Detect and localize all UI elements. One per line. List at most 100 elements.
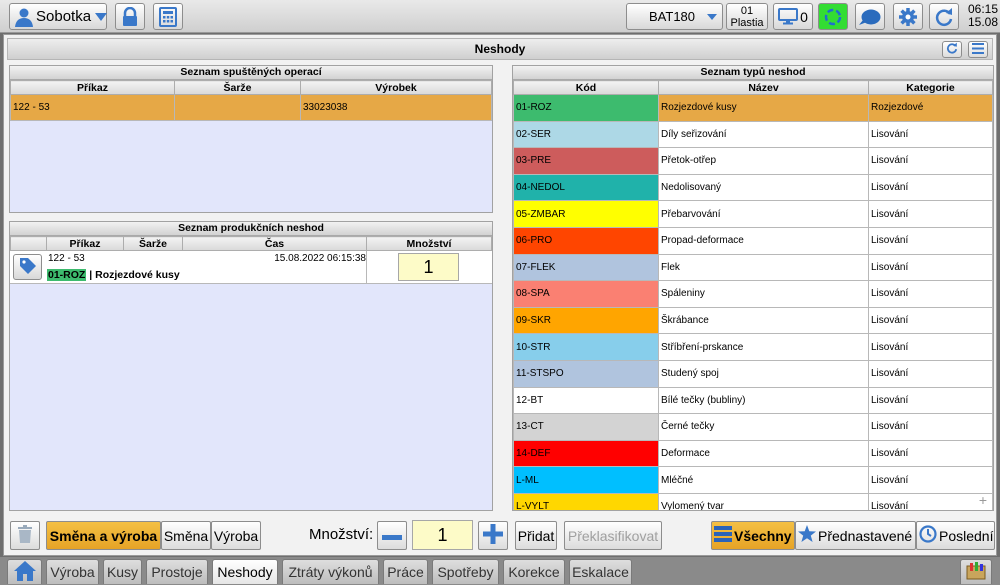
table-row[interactable]: 12-BT Bílé tečky (bubliny) Lisování — [513, 386, 993, 415]
tag-button[interactable] — [13, 254, 42, 280]
quantity-box: 1 — [398, 253, 459, 281]
workplace-button[interactable]: 01 Plastia — [726, 3, 768, 30]
table-row[interactable]: 122 - 53 15.08.2022 06:15:38 1 01-ROZ | … — [10, 251, 492, 284]
user-name: Sobotka — [36, 8, 92, 25]
table-row[interactable]: 13-CT Černé tečky Lisování — [513, 413, 993, 441]
types-panel: Seznam typů neshod Kód Název Kategorie 0… — [512, 65, 994, 511]
filter-all-button[interactable]: Všechny — [711, 521, 795, 550]
code-description: | Rozjezdové kusy — [89, 269, 180, 281]
cell-code: 02-SER — [513, 120, 659, 149]
column-header: Čas — [182, 236, 367, 251]
cell-vyrobek: 33023038 — [300, 94, 492, 121]
tab-kusy[interactable]: Kusy — [103, 559, 142, 584]
cell-code: L-VYLT — [513, 492, 659, 510]
cell-category: Lisování — [868, 280, 993, 308]
table-row[interactable]: 05-ZMBAR Přebarvování Lisování — [513, 200, 993, 228]
cell-code: 07-FLEK — [513, 253, 659, 282]
toolbox-icon — [966, 561, 986, 583]
refresh-icon — [934, 7, 954, 27]
filter-last-button[interactable]: Poslední — [916, 521, 995, 550]
table-row[interactable]: 01-ROZ Rozjezdové kusy Rozjezdové — [513, 94, 993, 122]
tab-neshody[interactable]: Neshody — [212, 559, 278, 584]
clock-date: 15.08 — [967, 15, 998, 29]
refresh-icon — [946, 42, 958, 57]
filter-preset-button[interactable]: Přednastavené — [795, 521, 916, 550]
tab-eskalace[interactable]: Eskalace — [569, 559, 632, 584]
table-row[interactable]: L-ML Mléčné Lisování — [513, 466, 993, 494]
decrease-quantity-button[interactable] — [377, 521, 407, 550]
user-menu-button[interactable]: Sobotka — [9, 3, 108, 30]
tab-prostoje[interactable]: Prostoje — [146, 559, 208, 584]
table-row[interactable]: L-VYLT Vylomený tvar Lisování — [513, 492, 993, 510]
cell-name: Přebarvování — [658, 200, 869, 228]
cell-category: Rozjezdové — [868, 94, 993, 122]
increase-quantity-button[interactable] — [478, 521, 508, 550]
tab-home[interactable] — [7, 559, 42, 584]
lock-button[interactable] — [115, 3, 145, 30]
chat-button[interactable] — [855, 3, 885, 30]
cell-code: 14-DEF — [513, 439, 659, 468]
machine-name: BAT180 — [649, 9, 696, 24]
header-refresh-button[interactable] — [942, 41, 962, 58]
table-row[interactable]: 10-STR Stříbření-prskance Lisování — [513, 333, 993, 361]
divider — [366, 251, 367, 284]
cell-category: Lisování — [868, 386, 993, 415]
cell-name: Černé tečky — [658, 413, 869, 441]
types-table: Kód Název Kategorie 01-ROZ Rozjezdové kus… — [513, 80, 993, 510]
cell-code: 03-PRE — [513, 147, 659, 175]
tab-vyroba[interactable]: Výroba — [46, 559, 99, 584]
table-row[interactable]: 14-DEF Deformace Lisování — [513, 439, 993, 468]
monitor-button[interactable]: 0 — [773, 3, 813, 30]
chevron-down-icon — [95, 12, 108, 21]
reclassify-button[interactable]: Překlasifikovat — [564, 521, 662, 550]
cell-category: Lisování — [868, 147, 993, 175]
menu-icon — [972, 42, 984, 57]
page-title: Neshody — [474, 42, 526, 56]
tab-spotreby[interactable]: Spotřeby — [432, 559, 499, 584]
types-title: Seznam typů neshod — [513, 66, 993, 80]
cell-name: Škrábance — [658, 306, 869, 335]
machine-select[interactable]: BAT180 — [626, 3, 723, 30]
clock-icon — [919, 525, 937, 546]
cell-name: Bílé tečky (bubliny) — [658, 386, 869, 415]
cell-cas: 15.08.2022 06:15:38 — [274, 253, 366, 264]
table-row[interactable]: 11-STSPO Studený spoj Lisování — [513, 359, 993, 388]
column-header: Příkaz — [46, 236, 124, 251]
cell-code: 04-NEDOL — [513, 173, 659, 202]
cell-code: 05-ZMBAR — [513, 200, 659, 228]
settings-button[interactable] — [893, 3, 923, 30]
operations-title: Seznam spuštěných operací — [10, 66, 492, 80]
main-area: Neshody Seznam spuštěných operací Příkaz… — [3, 34, 997, 556]
table-row[interactable]: 06-PRO Propad-deformace Lisování — [513, 226, 993, 255]
refresh-button[interactable] — [929, 3, 959, 30]
action-bar: Směna a výroba Směna Výroba Množství: 1 … — [3, 520, 997, 554]
lock-icon — [121, 6, 139, 27]
table-row[interactable]: 08-SPA Spáleniny Lisování — [513, 280, 993, 308]
column-header: Kód — [513, 80, 659, 95]
delete-button[interactable] — [10, 521, 40, 550]
production-filter[interactable]: Výroba — [211, 521, 261, 550]
shift-and-production-filter[interactable]: Směna a výroba — [46, 521, 161, 550]
table-row[interactable]: 07-FLEK Flek Lisování — [513, 253, 993, 282]
tab-ztraty-vykonu[interactable]: Ztráty výkonů — [282, 559, 379, 584]
add-button[interactable]: Přidat — [515, 521, 557, 550]
plus-icon: + — [978, 492, 987, 508]
table-row[interactable]: 04-NEDOL Nedolisovaný Lisování — [513, 173, 993, 202]
cell-name: Studený spoj — [658, 359, 869, 388]
filter-preset-label: Přednastavené — [818, 527, 913, 544]
table-row[interactable]: 03-PRE Přetok-otřep Lisování — [513, 147, 993, 175]
tab-korekce[interactable]: Korekce — [503, 559, 565, 584]
shift-filter[interactable]: Směna — [161, 521, 211, 550]
cell-name: Přetok-otřep — [658, 147, 869, 175]
table-row[interactable]: 122 - 53 33023038 — [10, 94, 492, 121]
tab-tools[interactable] — [960, 559, 992, 584]
status-indicator-button[interactable] — [818, 3, 848, 30]
header-menu-button[interactable] — [968, 41, 988, 58]
quantity-input[interactable]: 1 — [412, 520, 473, 550]
cell-category: Lisování — [868, 226, 993, 255]
calculator-button[interactable] — [153, 3, 183, 30]
table-row[interactable]: 02-SER Díly seřizování Lisování — [513, 120, 993, 149]
table-row[interactable]: 09-SKR Škrábance Lisování — [513, 306, 993, 335]
chevron-down-icon — [707, 14, 717, 20]
tab-prace[interactable]: Práce — [383, 559, 428, 584]
